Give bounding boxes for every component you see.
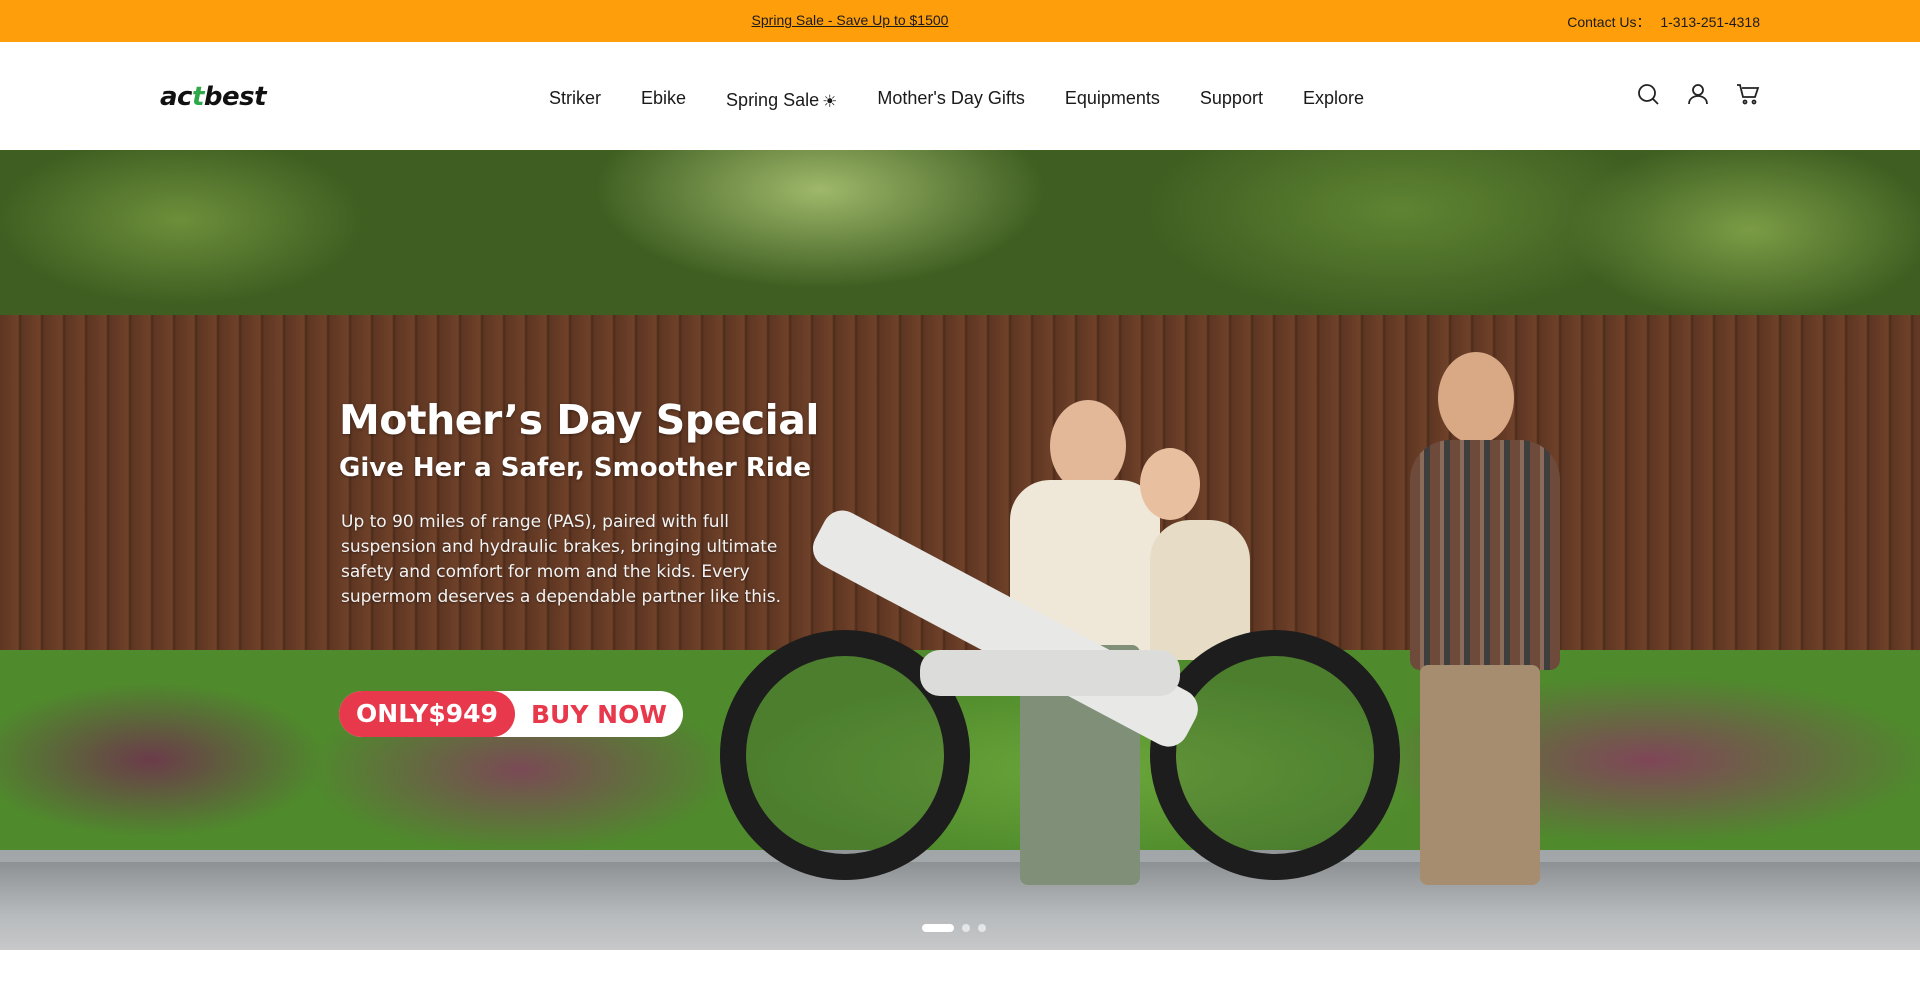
slider-pagination [922, 924, 986, 932]
price-badge: ONLY$949 [339, 691, 515, 737]
hero-subtitle: Give Her a Safer, Smoother Ride [339, 453, 812, 483]
search-icon[interactable] [1636, 82, 1660, 106]
cart-icon[interactable] [1736, 82, 1760, 106]
person-man-pants [1420, 665, 1540, 885]
contact-info: Contact Us： 1-313-251-4318 [1567, 12, 1760, 32]
hero-photo-family-ebike [720, 270, 1600, 910]
nav-item-equipments[interactable]: Equipments [1065, 86, 1160, 110]
hero-description: Up to 90 miles of range (PAS), paired wi… [341, 512, 781, 607]
nav-label: Support [1199, 88, 1263, 108]
announcement-bar: Spring Sale - Save Up to $1500 Contact U… [0, 0, 1920, 42]
nav-item-mothers-day-gifts[interactable]: Mother's Day Gifts [877, 86, 1024, 110]
bike-down-tube [920, 650, 1180, 696]
nav-label: Striker [549, 88, 602, 108]
header-actions [1636, 82, 1760, 106]
bike-rear-wheel [1150, 630, 1400, 880]
nav-item-spring-sale[interactable]: Spring Sale ☀ [726, 88, 837, 112]
slider-dot-3[interactable] [978, 924, 986, 932]
contact-label: Contact Us： [1567, 14, 1651, 30]
slider-dot-2[interactable] [962, 924, 970, 932]
nav-label: Mother's Day Gifts [877, 88, 1025, 108]
nav-item-striker[interactable]: Striker [549, 86, 601, 110]
hero-banner[interactable]: Mother’s Day Special Give Her a Safer, S… [0, 150, 1920, 950]
logo-text: actbest [160, 82, 267, 112]
sun-icon: ☀ [822, 92, 838, 111]
nav-item-explore[interactable]: Explore [1303, 86, 1364, 110]
site-logo[interactable]: actbest [160, 82, 267, 112]
person-man-head [1438, 352, 1514, 444]
nav-label: Equipments [1064, 88, 1160, 108]
account-icon[interactable] [1686, 82, 1710, 106]
slider-dot-1[interactable] [922, 924, 954, 932]
nav-label: Ebike [641, 88, 687, 108]
promo-link[interactable]: Spring Sale - Save Up to $1500 [0, 12, 1700, 28]
person-girl-head [1140, 448, 1200, 520]
nav-item-ebike[interactable]: Ebike [641, 86, 686, 110]
buy-now-label: BUY NOW [531, 699, 667, 729]
person-woman-head [1050, 400, 1126, 492]
buy-now-button[interactable]: ONLY$949 BUY NOW [339, 691, 683, 737]
hero-title: Mother’s Day Special [339, 396, 819, 444]
main-nav: Striker Ebike Spring Sale ☀ Mother's Day… [549, 86, 1404, 112]
contact-phone[interactable]: 1-313-251-4318 [1660, 14, 1760, 30]
nav-label: Explore [1302, 88, 1364, 108]
site-header: actbest Striker Ebike Spring Sale ☀ Moth… [0, 42, 1920, 150]
nav-item-support[interactable]: Support [1200, 86, 1263, 110]
nav-label: Spring Sale [726, 90, 820, 110]
person-man-shirt [1410, 440, 1560, 670]
